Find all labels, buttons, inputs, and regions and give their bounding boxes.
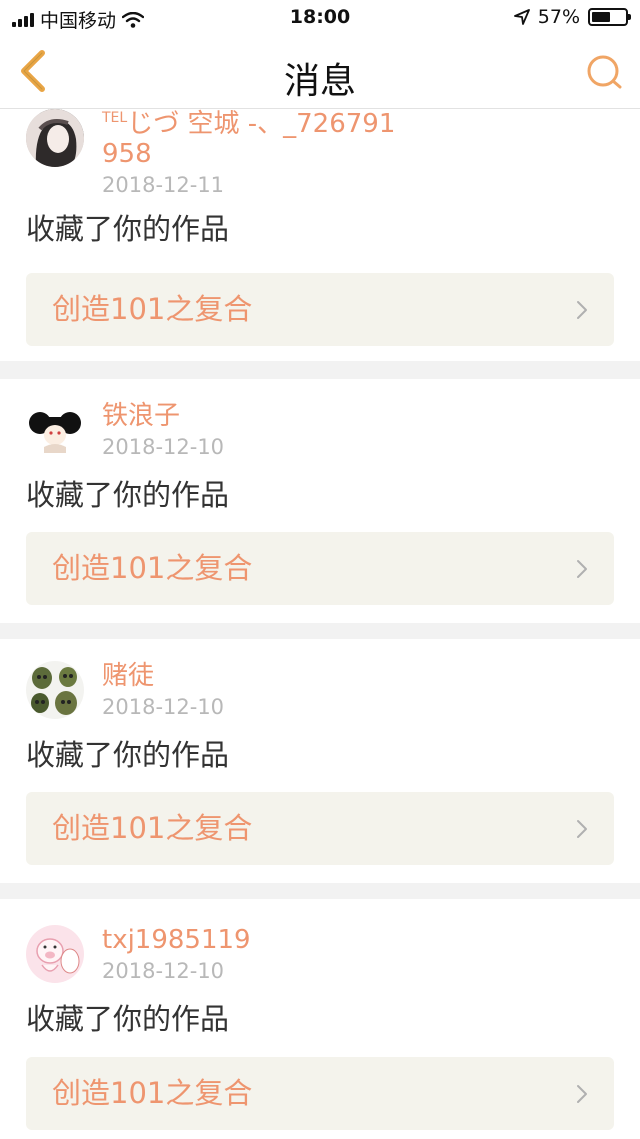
message-action: 收藏了你的作品 [26, 738, 230, 772]
work-link[interactable]: 创造101之复合 [26, 1057, 614, 1130]
page-title: 消息 [283, 61, 356, 102]
message-date: 2018-12-10 [102, 959, 225, 983]
message-date: 2018-12-10 [102, 695, 225, 719]
work-title: 创造101之复合 [52, 811, 253, 845]
message-action: 收藏了你的作品 [26, 212, 230, 246]
work-link[interactable]: 创造101之复合 [26, 273, 614, 346]
work-title: 创造101之复合 [52, 551, 253, 585]
battery-icon [588, 8, 631, 26]
message-card: 铁浪子 2018-12-10 收藏了你的作品 创造101之复合 [0, 379, 640, 623]
message-card: txj1985119 2018-12-10 收藏了你的作品 创造101之复合 [0, 899, 640, 1139]
work-title: 创造101之复合 [52, 1076, 253, 1110]
message-date: 2018-12-11 [102, 173, 225, 197]
search-icon [587, 55, 622, 89]
location-arrow-icon [513, 9, 530, 25]
work-title: 创造101之复合 [52, 292, 253, 326]
message-card: 赌徒 2018-12-10 收藏了你的作品 创造101之复合 [0, 639, 640, 883]
message-action: 收藏了你的作品 [26, 1002, 230, 1036]
message-card: TELじづ 空城 -、_726791958 2018-12-11 收藏了你的作品… [0, 109, 640, 361]
chevron-right-icon [577, 301, 587, 319]
work-link[interactable]: 创造101之复合 [26, 792, 614, 865]
avatar-image-icon [26, 109, 84, 167]
message-action: 收藏了你的作品 [26, 478, 230, 512]
nav-bar: 消息 [0, 34, 640, 109]
avatar[interactable] [26, 925, 84, 983]
avatar[interactable] [26, 661, 84, 719]
username-link[interactable]: 赌徒 [102, 661, 402, 691]
status-right: 57% [513, 6, 631, 28]
username-link[interactable]: 铁浪子 [102, 401, 402, 431]
search-button[interactable] [584, 52, 624, 92]
avatar-image-icon [26, 661, 84, 719]
chevron-right-icon [577, 820, 587, 838]
battery-percent: 57% [537, 6, 580, 28]
username-link[interactable]: TELじづ 空城 -、_726791958 [102, 109, 402, 169]
avatar[interactable] [26, 401, 84, 459]
chevron-right-icon [577, 560, 587, 578]
username-link[interactable]: txj1985119 [102, 925, 402, 955]
avatar[interactable] [26, 109, 84, 167]
chevron-right-icon [577, 1085, 587, 1103]
message-date: 2018-12-10 [102, 435, 225, 459]
status-bar: 中国移动 18:00 57% [0, 0, 640, 34]
work-link[interactable]: 创造101之复合 [26, 532, 614, 605]
message-feed[interactable]: TELじづ 空城 -、_726791958 2018-12-11 收藏了你的作品… [0, 109, 640, 1139]
avatar-image-icon [26, 925, 84, 983]
username-prefix: TEL [102, 110, 128, 126]
avatar-image-icon [26, 401, 84, 459]
